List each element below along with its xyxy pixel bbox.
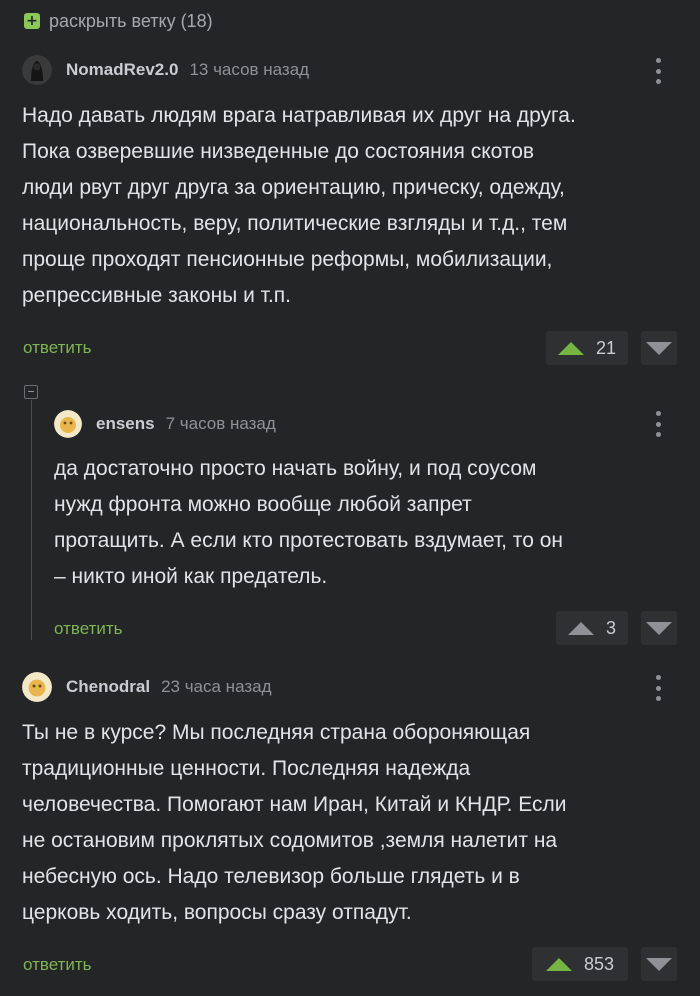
comment-text: Ты не в курсе? Мы последняя страна оборо… (22, 721, 567, 924)
downvote-button[interactable] (641, 947, 677, 981)
collapse-icon[interactable] (24, 385, 38, 399)
avatar[interactable] (22, 672, 52, 702)
comment-header: NomadRev2.0 13 часов назад (22, 55, 309, 85)
plus-icon: + (24, 13, 40, 29)
rating-score: 3 (606, 617, 617, 638)
author-name[interactable]: ensens (96, 414, 155, 434)
comment-header: Chenodral 23 часа назад (22, 672, 272, 702)
upvote-icon[interactable] (546, 957, 572, 971)
rating-score: 853 (584, 953, 615, 974)
expand-branch-label: раскрыть ветку (18) (49, 10, 213, 31)
reply-button[interactable]: ответить (23, 955, 92, 975)
reply-button[interactable]: ответить (23, 338, 92, 358)
downvote-icon (646, 957, 672, 971)
upvote-icon[interactable] (568, 621, 594, 635)
thread-line[interactable] (31, 400, 32, 640)
downvote-icon (646, 621, 672, 635)
author-name[interactable]: NomadRev2.0 (66, 60, 178, 80)
upvote-icon[interactable] (558, 341, 584, 355)
rating-box: 3 (556, 611, 628, 645)
comment-time[interactable]: 7 часов назад (166, 414, 276, 434)
downvote-button[interactable] (641, 331, 677, 365)
comment-text: да достаточно просто начать войну, и под… (54, 457, 563, 588)
rating-box: 853 (532, 947, 628, 981)
more-options-icon[interactable] (656, 411, 662, 437)
reply-button[interactable]: ответить (54, 619, 123, 639)
rating-box: 21 (546, 331, 628, 365)
comment-text: Надо давать людям врага натравливая их д… (22, 104, 576, 307)
comment-header: ensens 7 часов назад (54, 409, 276, 439)
downvote-icon (646, 341, 672, 355)
more-options-icon[interactable] (656, 58, 662, 84)
avatar[interactable] (54, 410, 82, 438)
more-options-icon[interactable] (656, 675, 662, 701)
comment-time[interactable]: 23 часа назад (161, 677, 271, 697)
author-name[interactable]: Chenodral (66, 677, 150, 697)
rating-score: 21 (596, 337, 617, 358)
downvote-button[interactable] (641, 611, 677, 645)
expand-branch-link[interactable]: + раскрыть ветку (18) (24, 10, 213, 32)
avatar[interactable] (22, 55, 52, 85)
comment-time[interactable]: 13 часов назад (189, 60, 309, 80)
